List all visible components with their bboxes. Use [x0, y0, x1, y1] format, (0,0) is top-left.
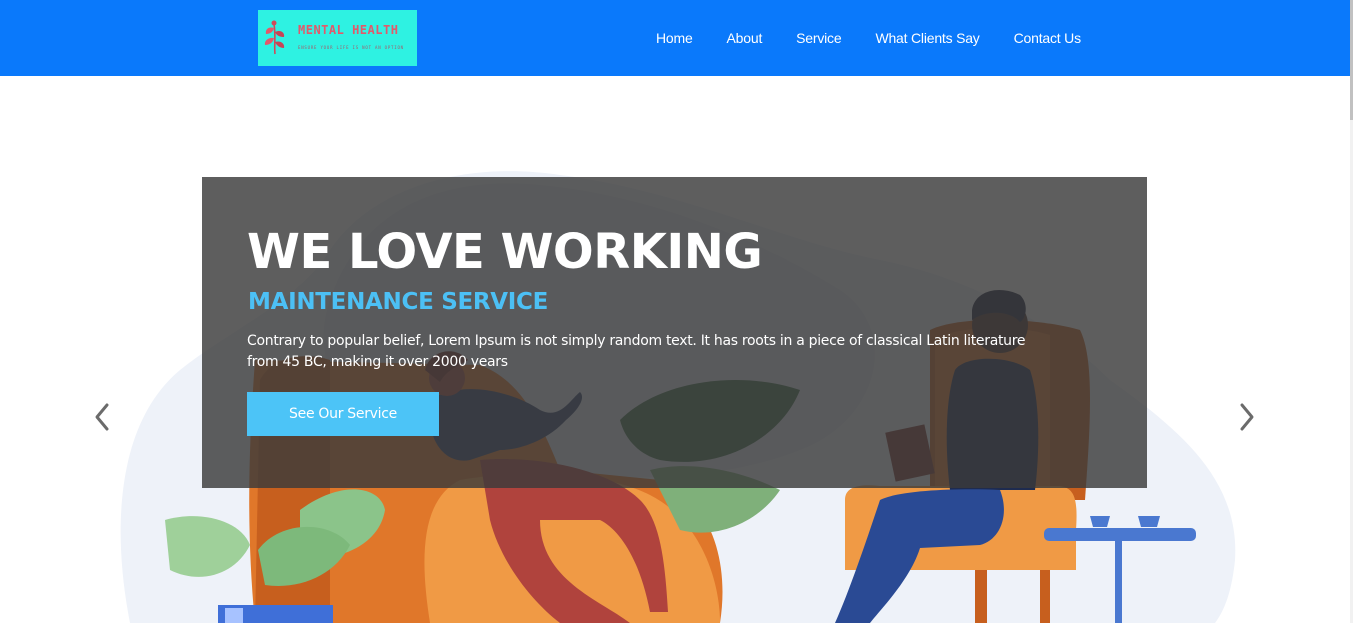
nav-about[interactable]: About: [727, 30, 763, 46]
site-logo[interactable]: MENTAL HEALTH ENSURE YOUR LIFE IS NOT AN…: [258, 10, 417, 66]
nav-contact-us[interactable]: Contact Us: [1014, 30, 1081, 46]
hero-description: Contrary to popular belief, Lorem Ipsum …: [247, 333, 1026, 370]
nav-service[interactable]: Service: [796, 30, 841, 46]
hero-subtitle: MAINTENANCE SERVICE: [248, 289, 549, 315]
logo-title: MENTAL HEALTH: [298, 23, 399, 37]
logo-tagline: ENSURE YOUR LIFE IS NOT AN OPTION: [298, 45, 404, 50]
nav-what-clients-say[interactable]: What Clients Say: [875, 30, 979, 46]
main-nav: Home About Service What Clients Say Cont…: [656, 30, 1115, 46]
see-our-service-button[interactable]: See Our Service: [247, 392, 439, 436]
hero-title: WE LOVE WORKING: [247, 224, 763, 280]
chevron-left-icon[interactable]: [92, 402, 112, 432]
chevron-right-icon[interactable]: [1237, 402, 1257, 432]
nav-home[interactable]: Home: [656, 30, 693, 46]
navbar: MENTAL HEALTH ENSURE YOUR LIFE IS NOT AN…: [0, 0, 1350, 76]
plant-logo-icon: [264, 20, 285, 55]
